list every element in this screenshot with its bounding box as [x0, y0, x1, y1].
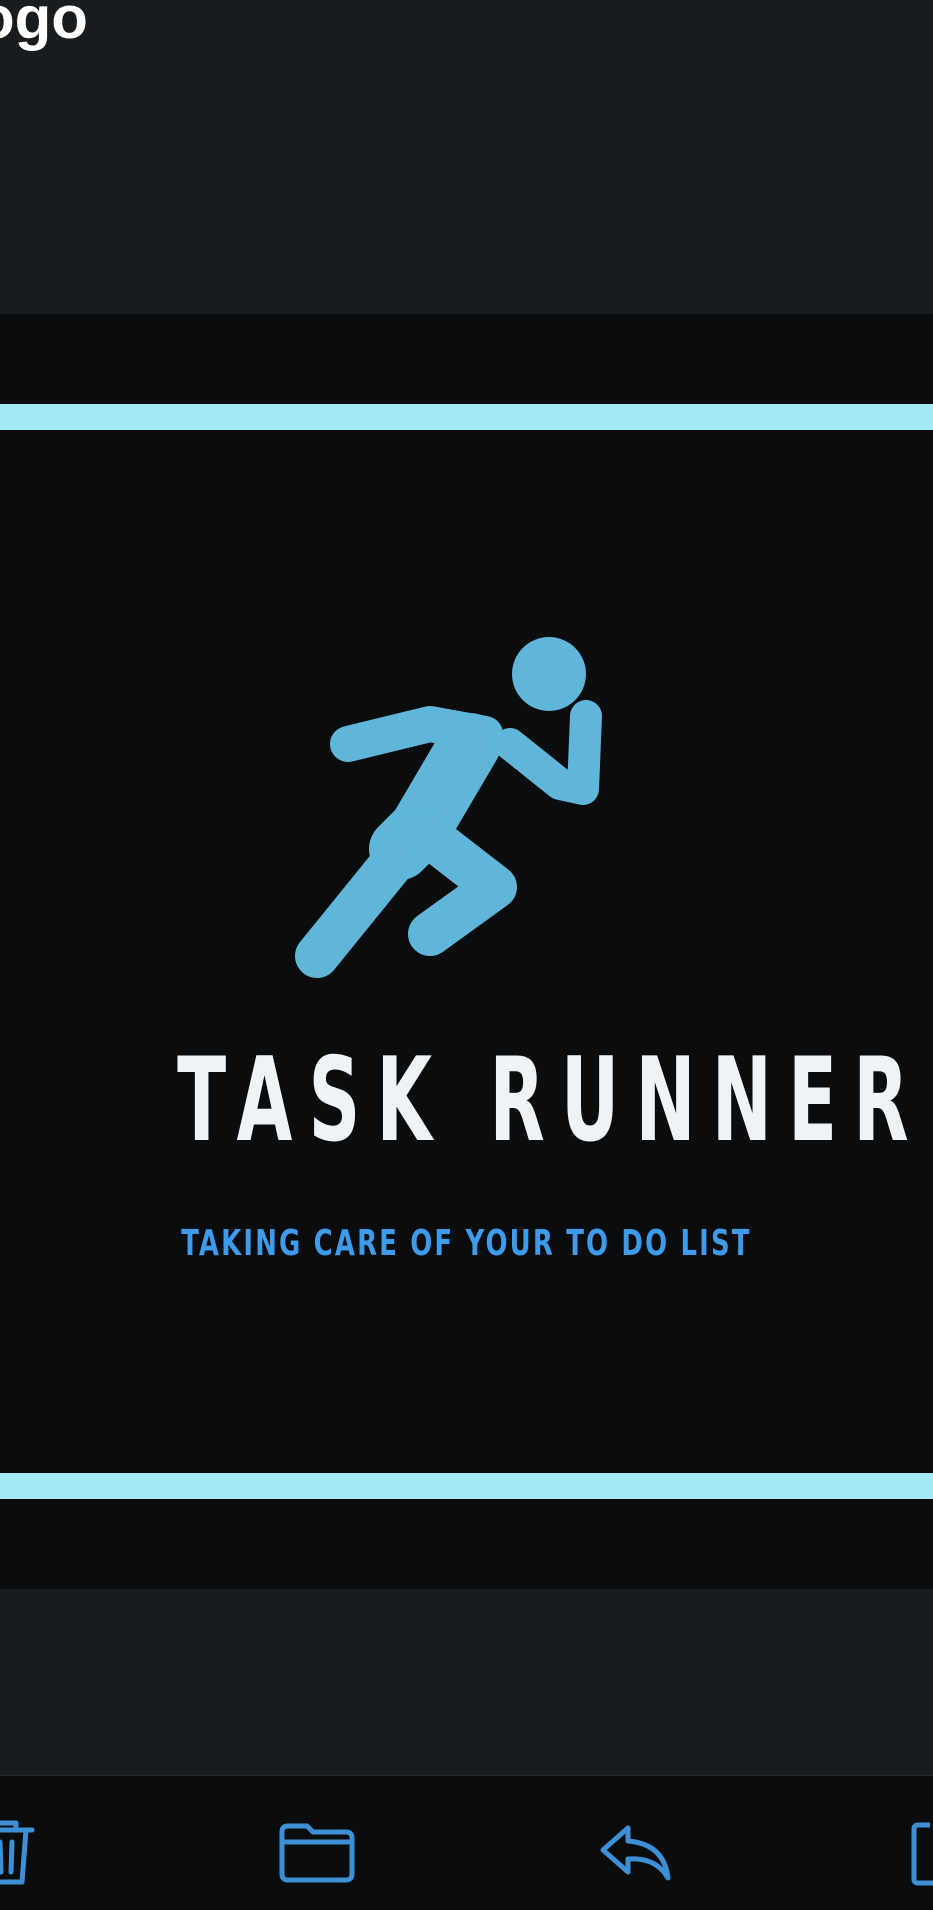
delete-button[interactable]	[0, 1812, 46, 1892]
folder-icon	[279, 1823, 355, 1883]
compose-icon	[911, 1822, 933, 1886]
message-header: ogo	[0, 0, 933, 314]
logo-tagline: TAKING CARE OF YOUR TO DO LIST	[181, 1223, 752, 1264]
image-attachment[interactable]: TASK RUNNER TAKING CARE OF YOUR TO DO LI…	[0, 314, 933, 1589]
trash-icon	[0, 1820, 35, 1885]
bottom-toolbar	[0, 1775, 933, 1910]
move-to-folder-button[interactable]	[277, 1812, 357, 1892]
mail-viewer-screen: ogo TASK RUNNER TAKING CARE OF YOUR TO D…	[0, 0, 933, 1910]
reply-icon	[600, 1825, 671, 1881]
running-person-icon	[295, 637, 602, 978]
logo-title: TASK RUNNER	[177, 1033, 925, 1168]
compose-button[interactable]	[905, 1812, 933, 1892]
reply-button[interactable]	[596, 1812, 676, 1892]
message-subject: ogo	[0, 0, 88, 51]
logo-top-stripe	[0, 404, 933, 430]
logo-bottom-stripe	[0, 1473, 933, 1499]
